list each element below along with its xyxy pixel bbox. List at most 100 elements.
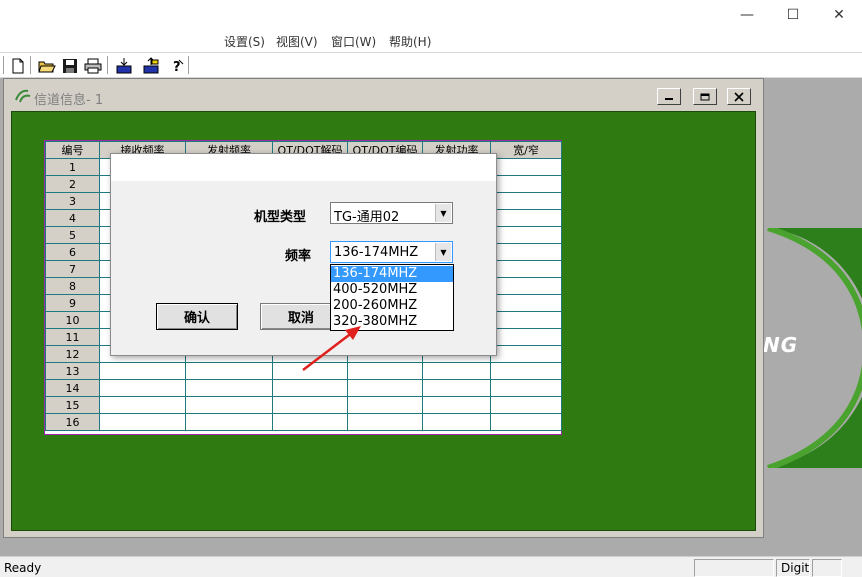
- toolbar-separator: [188, 56, 190, 74]
- grid-cell[interactable]: [490, 311, 562, 329]
- toolbar-separator: [30, 56, 32, 74]
- toolbar: ?: [0, 52, 862, 78]
- menu-settings[interactable]: 设置(S): [224, 33, 265, 50]
- grid-cell[interactable]: [272, 379, 348, 397]
- toolbar-separator: [3, 56, 5, 74]
- child-close-button[interactable]: [727, 88, 751, 105]
- child-minimize-button[interactable]: [657, 88, 681, 105]
- maximize-button[interactable]: ☐: [770, 0, 816, 30]
- table-row: 14: [45, 379, 562, 397]
- grid-cell[interactable]: [347, 396, 423, 414]
- grid-cell[interactable]: [272, 413, 348, 431]
- new-file-icon[interactable]: [9, 57, 27, 75]
- row-number[interactable]: 14: [45, 379, 100, 397]
- close-button[interactable]: ✕: [816, 0, 862, 30]
- row-number[interactable]: 8: [45, 277, 100, 295]
- print-icon[interactable]: [84, 57, 102, 75]
- row-number[interactable]: 2: [45, 175, 100, 193]
- grid-cell[interactable]: [347, 379, 423, 397]
- grid-cell[interactable]: [490, 413, 562, 431]
- grid-cell[interactable]: [490, 158, 562, 176]
- minimize-icon: [665, 97, 673, 100]
- grid-cell[interactable]: [490, 175, 562, 193]
- help-icon[interactable]: ?: [168, 57, 186, 75]
- toolbar-separator: [107, 56, 109, 74]
- grid-cell[interactable]: [422, 379, 491, 397]
- grid-cell[interactable]: [422, 413, 491, 431]
- grid-cell[interactable]: [490, 345, 562, 363]
- row-number[interactable]: 10: [45, 311, 100, 329]
- frequency-option[interactable]: 400-520MHZ: [331, 282, 453, 298]
- row-number[interactable]: 13: [45, 362, 100, 380]
- row-number[interactable]: 7: [45, 260, 100, 278]
- chevron-down-icon[interactable]: ▼: [435, 243, 451, 261]
- col-header-bandwidth[interactable]: 宽/窄: [490, 141, 562, 159]
- child-restore-button[interactable]: [693, 88, 717, 105]
- model-type-label: 机型类型: [254, 210, 307, 225]
- restore-icon: [700, 93, 710, 100]
- child-window-title-bar[interactable]: 信道信息- 1: [4, 79, 763, 111]
- grid-cell[interactable]: [99, 362, 186, 380]
- row-number[interactable]: 5: [45, 226, 100, 244]
- read-from-radio-icon[interactable]: [115, 57, 133, 75]
- minimize-button[interactable]: —: [724, 0, 770, 30]
- save-icon[interactable]: [61, 57, 79, 75]
- row-number[interactable]: 16: [45, 413, 100, 431]
- grid-cell[interactable]: [99, 379, 186, 397]
- menu-window[interactable]: 窗口(W): [331, 33, 376, 50]
- grid-cell[interactable]: [347, 413, 423, 431]
- grid-cell[interactable]: [422, 396, 491, 414]
- row-number[interactable]: 6: [45, 243, 100, 261]
- grid-cell[interactable]: [490, 328, 562, 346]
- grid-cell[interactable]: [272, 396, 348, 414]
- model-type-select[interactable]: TG-通用02 ▼: [330, 202, 453, 225]
- table-row: 15: [45, 396, 562, 414]
- grid-cell[interactable]: [422, 362, 491, 380]
- col-header-number[interactable]: 编号: [45, 141, 100, 159]
- grid-cell[interactable]: [185, 379, 273, 397]
- frequency-option[interactable]: 136-174MHZ: [331, 266, 453, 282]
- open-folder-icon[interactable]: [38, 57, 56, 75]
- grid-cell[interactable]: [490, 243, 562, 261]
- row-number[interactable]: 3: [45, 192, 100, 210]
- grid-cell[interactable]: [490, 362, 562, 380]
- row-number[interactable]: 4: [45, 209, 100, 227]
- row-number[interactable]: 1: [45, 158, 100, 176]
- background-logo-text: NG: [763, 333, 799, 357]
- grid-cell[interactable]: [490, 192, 562, 210]
- window-app-icon: [15, 89, 31, 103]
- dialog-title-bar[interactable]: [111, 154, 496, 181]
- child-window-title: 信道信息- 1: [34, 93, 104, 108]
- frequency-select[interactable]: 136-174MHZ ▼: [330, 241, 453, 263]
- frequency-label: 频率: [285, 249, 312, 264]
- grid-cell[interactable]: [99, 396, 186, 414]
- ok-button[interactable]: 确认: [156, 303, 238, 330]
- grid-cell[interactable]: [185, 362, 273, 380]
- grid-cell[interactable]: [490, 396, 562, 414]
- status-pane: [694, 559, 774, 577]
- grid-cell[interactable]: [185, 396, 273, 414]
- grid-cell[interactable]: [185, 413, 273, 431]
- grid-cell[interactable]: [490, 294, 562, 312]
- menu-help[interactable]: 帮助(H): [389, 33, 431, 50]
- row-number[interactable]: 11: [45, 328, 100, 346]
- grid-cell[interactable]: [490, 277, 562, 295]
- row-number[interactable]: 12: [45, 345, 100, 363]
- status-pane-digit: Digit: [776, 559, 810, 577]
- grid-cell[interactable]: [99, 413, 186, 431]
- grid-cell[interactable]: [490, 209, 562, 227]
- menu-view[interactable]: 视图(V): [276, 33, 318, 50]
- row-number[interactable]: 9: [45, 294, 100, 312]
- grid-cell[interactable]: [490, 379, 562, 397]
- grid-cell[interactable]: [490, 260, 562, 278]
- menu-bar: 设置(S) 视图(V) 窗口(W) 帮助(H): [0, 30, 862, 52]
- row-number[interactable]: 15: [45, 396, 100, 414]
- grid-cell[interactable]: [490, 226, 562, 244]
- write-to-radio-icon[interactable]: [142, 57, 160, 75]
- app-title-bar: — ☐ ✕: [0, 0, 862, 30]
- chevron-down-icon[interactable]: ▼: [435, 204, 451, 222]
- status-pane: [812, 559, 842, 577]
- table-row: 16: [45, 413, 562, 431]
- close-icon: [734, 91, 744, 102]
- annotation-arrow-icon: [302, 326, 361, 371]
